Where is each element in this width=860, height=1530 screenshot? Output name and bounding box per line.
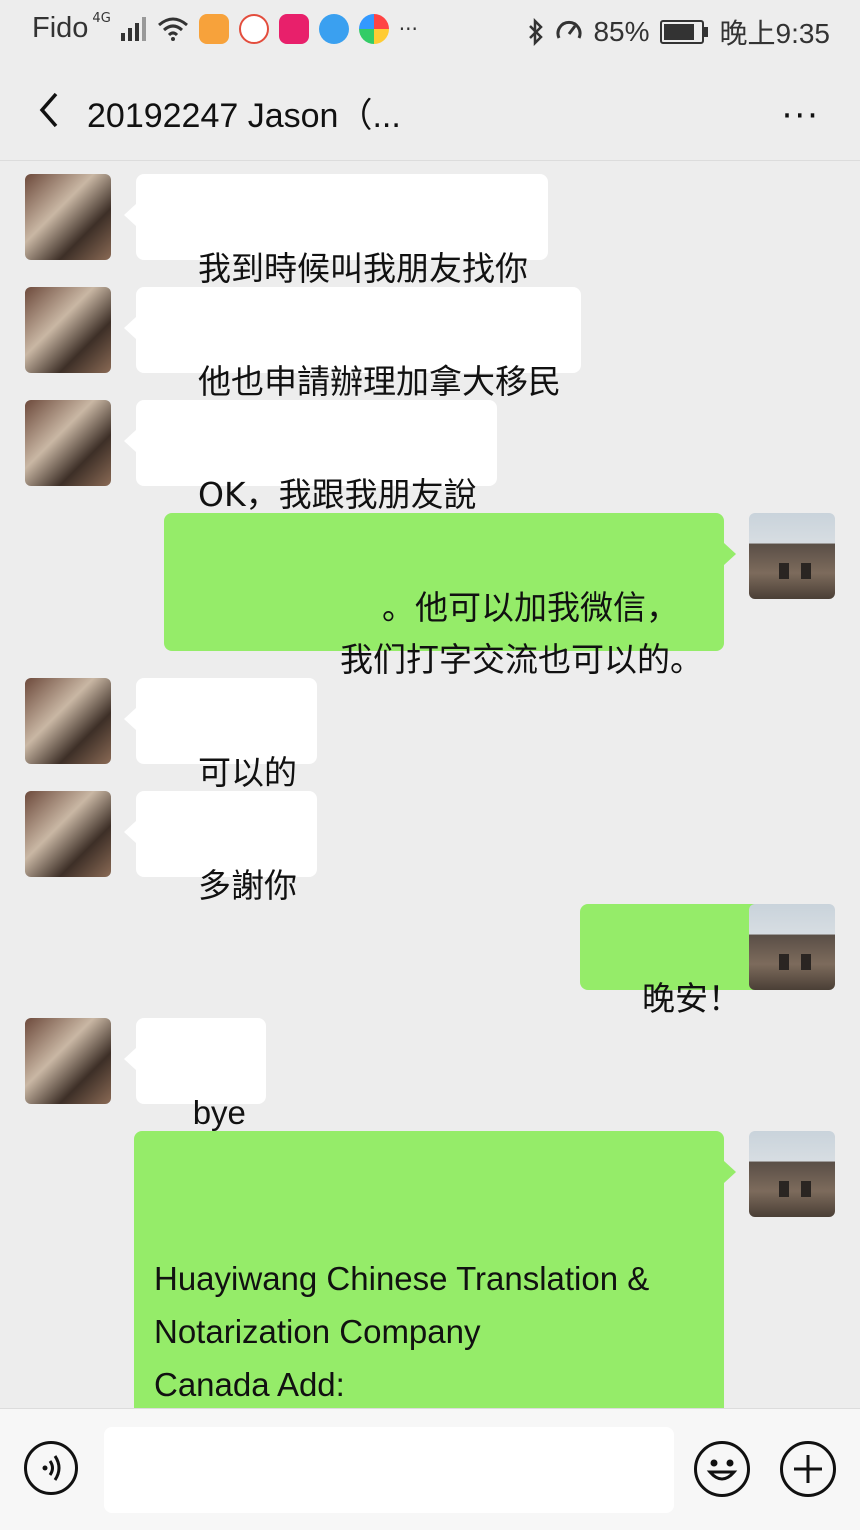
avatar[interactable]	[25, 174, 111, 260]
message-text: 他也申請辦理加拿大移民	[197, 362, 561, 401]
message-bubble[interactable]: Huayiwang Chinese Translation & Notariza…	[134, 1131, 736, 1456]
status-bar-right: 85% 晚上9:35	[527, 12, 830, 52]
avatar[interactable]	[749, 904, 835, 990]
avatar[interactable]	[25, 400, 111, 486]
network-type: 4G	[92, 11, 111, 26]
message-bubble[interactable]: bye	[124, 1018, 266, 1131]
voice-icon[interactable]	[24, 1441, 78, 1495]
signal-icon	[120, 16, 146, 41]
message-bubble[interactable]: 晚安！	[580, 904, 773, 1018]
message-bubble[interactable]: 他也申請辦理加拿大移民	[124, 287, 581, 401]
input-bar	[0, 1408, 860, 1530]
message-text: 可以的	[197, 753, 297, 792]
wifi-icon	[157, 17, 188, 41]
chat-header: 20192247 Jason（... ···	[0, 62, 860, 161]
message-bubble[interactable]: 可以的	[124, 678, 317, 792]
message-bubble[interactable]: OK，我跟我朋友說	[124, 400, 497, 514]
battery-icon	[659, 20, 708, 44]
chat-title: 20192247 Jason（...	[87, 97, 401, 135]
status-bar: Fido 4G ··· 85% 晚上9:35	[0, 0, 860, 62]
message-text: 多謝你	[197, 866, 297, 905]
bluetooth-icon	[529, 18, 544, 46]
battery-percent: 85%	[593, 16, 650, 47]
message-input[interactable]	[104, 1427, 674, 1513]
more-icon[interactable]: ···	[782, 96, 820, 136]
speedometer-icon	[556, 20, 582, 39]
avatar-window-detail	[801, 1181, 811, 1197]
carrier-label: Fido	[32, 12, 89, 44]
more-notifications-icon: ···	[398, 16, 418, 41]
browser-app-icon	[318, 13, 349, 44]
plus-icon[interactable]	[780, 1441, 836, 1497]
message-bubble[interactable]: 。他可以加我微信， 我们打字交流也可以的。	[164, 513, 736, 679]
avatar-window-detail	[801, 954, 811, 970]
avatar-window-detail	[779, 954, 789, 970]
avatar-window-detail	[779, 563, 789, 579]
message-text: OK，我跟我朋友說	[197, 475, 477, 514]
media-app-icon	[278, 13, 309, 44]
message-bubble[interactable]: 我到時候叫我朋友找你	[124, 174, 548, 288]
camera-app-icon	[358, 13, 389, 44]
weibo-icon	[238, 13, 269, 44]
status-bar-left: Fido 4G ···	[32, 11, 418, 45]
smile-face-icon	[706, 1459, 738, 1481]
avatar[interactable]	[25, 287, 111, 373]
voice-wave-icon	[42, 1455, 61, 1481]
message-text: 晚安！	[641, 979, 741, 1018]
chevron-left-icon[interactable]	[30, 88, 74, 132]
avatar[interactable]	[749, 513, 835, 599]
avatar[interactable]	[25, 678, 111, 764]
video-app-icon	[198, 13, 229, 44]
avatar[interactable]	[25, 1018, 111, 1104]
avatar[interactable]	[749, 1131, 835, 1217]
clock: 晚上9:35	[719, 18, 831, 49]
avatar[interactable]	[25, 791, 111, 877]
avatar-window-detail	[801, 563, 811, 579]
message-text: 。他可以加我微信， 我们打字交流也可以的。	[340, 588, 703, 679]
message-text: bye	[192, 1094, 246, 1131]
message-bubble[interactable]: 多謝你	[124, 791, 317, 905]
avatar-window-detail	[779, 1181, 789, 1197]
emoji-icon[interactable]	[694, 1441, 750, 1497]
message-text: 我到時候叫我朋友找你	[197, 249, 528, 288]
